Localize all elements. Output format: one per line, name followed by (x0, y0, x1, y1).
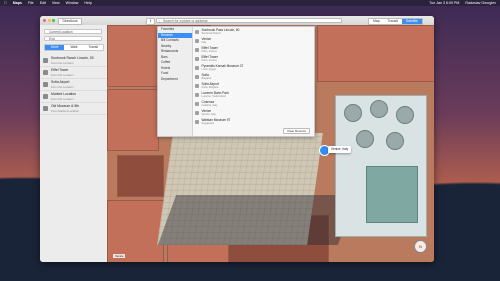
list-item[interactable]: Eiffel Tower Paris, France (192, 45, 314, 54)
list-item[interactable]: Venice Italy (192, 36, 314, 45)
location-pin-icon (195, 38, 199, 43)
location-pin-icon (195, 47, 199, 52)
location-pin-icon (195, 56, 199, 61)
menu-help[interactable]: Help (84, 1, 91, 5)
dome (356, 130, 374, 148)
location-pin-icon (195, 119, 199, 124)
list-item[interactable]: Sofia Airport Sofia, Bulgaria (192, 81, 314, 90)
location-pin-icon (43, 94, 48, 99)
search-suggestions-dropdown: Favorites Recents Bill Contacts Nearby R… (157, 26, 315, 137)
mode-drive[interactable]: Drive (45, 45, 65, 50)
map-building (107, 89, 159, 151)
list-item[interactable]: Sofia Airport From the Location (40, 79, 107, 91)
menubar-user[interactable]: Radoslav Georgiev (465, 1, 496, 5)
list-item[interactable]: Lucerne Bahn Park Lucerne, Switzerland (192, 90, 314, 99)
list-item[interactable]: Cosenza Calabria, Italy (192, 99, 314, 108)
transport-mode-segment: Drive Walk Transit (44, 44, 104, 51)
compass-icon[interactable]: N (414, 240, 427, 253)
location-pin-icon (195, 101, 199, 106)
menubar-clock[interactable]: Tue Jan 3 6:09 PM (429, 1, 459, 5)
location-pin-icon (43, 58, 48, 63)
mode-walk[interactable]: Walk (64, 45, 83, 50)
mode-transit[interactable]: Transit (84, 45, 103, 50)
maps-window: Directions ⇪ ⌕ Search for a place or add… (40, 16, 434, 262)
list-item[interactable]: Marked Location From the Location (40, 91, 107, 103)
dome (396, 106, 414, 124)
location-pin-icon (195, 110, 199, 115)
map-building (117, 155, 164, 197)
list-item[interactable]: Sofia Bulgaria (192, 72, 314, 81)
list-item[interactable]: Venice Veneto, Italy (192, 108, 314, 117)
directions-sidebar: Current Location End Drive Walk Transit … (40, 25, 108, 262)
minimize-button[interactable] (47, 19, 51, 22)
category-department[interactable]: Department (158, 77, 192, 83)
location-pin-icon (195, 83, 199, 88)
map-building (107, 200, 164, 262)
menu-window[interactable]: Window (66, 1, 79, 5)
list-item[interactable]: Walstan Museum 97 Suggested (192, 117, 314, 126)
map-building (366, 166, 418, 223)
menu-view[interactable]: View (52, 1, 60, 5)
view-mode-segment: Map Transit Satellite (368, 18, 423, 25)
menu-maps[interactable]: Maps (13, 1, 22, 5)
clear-recents-button[interactable]: Clear Recents (282, 127, 310, 134)
location-callout[interactable]: Venice, Italy (328, 146, 352, 153)
close-button[interactable] (43, 19, 46, 22)
menu-file[interactable]: File (28, 1, 34, 5)
end-field[interactable]: End (44, 36, 102, 41)
search-placeholder: Search for a place or address (163, 19, 208, 23)
dome (370, 100, 388, 118)
list-item[interactable]: Eiffel Tower From the Location (40, 67, 107, 79)
location-pin-icon (43, 106, 48, 111)
dome (386, 132, 404, 150)
start-field[interactable]: Current Location (44, 29, 102, 34)
list-item[interactable]: Sunbrook Ranch Lincoln, 50 From the Locat… (40, 55, 107, 67)
zoom-button[interactable] (52, 19, 55, 22)
list-item[interactable]: Old Museum & 5th From Marked Location (40, 103, 107, 115)
location-pin-icon (195, 92, 199, 97)
basilica (335, 95, 427, 237)
category-list: Favorites Recents Bill Contacts Nearby R… (158, 27, 193, 136)
list-item[interactable]: Sunbrook Pass Lincoln, 50 Sunbrook Ranch (192, 27, 314, 36)
apple-menu-icon[interactable]:  (4, 1, 7, 5)
recents-results: Sunbrook Pass Lincoln, 50 Sunbrook Ranch … (192, 27, 314, 126)
location-pin-icon (195, 65, 199, 70)
menu-bar:  Maps File Edit View Window Help Tue Ja… (0, 0, 500, 6)
location-pin-icon (43, 70, 48, 75)
share-icon[interactable]: ⇪ (146, 18, 155, 25)
search-icon: ⌕ (158, 19, 161, 23)
map-shadow (157, 195, 357, 245)
list-item[interactable]: Pyramids Karnak Museum 07 Luxor, Egypt (192, 63, 314, 72)
view-mode-satellite[interactable]: Satellite (401, 19, 422, 24)
search-input[interactable]: ⌕ Search for a place or address (156, 18, 342, 23)
menu-edit[interactable]: Edit (40, 1, 46, 5)
location-pin-icon (195, 74, 199, 79)
dome (344, 104, 362, 122)
view-mode-transit[interactable]: Transit (384, 19, 402, 24)
recents-list: Sunbrook Ranch Lincoln, 50 From the Locat… (40, 55, 107, 115)
view-mode-map[interactable]: Map (369, 19, 384, 24)
location-pin-icon (43, 82, 48, 87)
directions-button[interactable]: Directions (58, 18, 82, 25)
map-building (317, 25, 434, 82)
location-pin-icon (195, 29, 199, 34)
list-item[interactable]: Eiffel Tower Paris, France (192, 54, 314, 63)
map-scale: Venice (113, 254, 126, 258)
